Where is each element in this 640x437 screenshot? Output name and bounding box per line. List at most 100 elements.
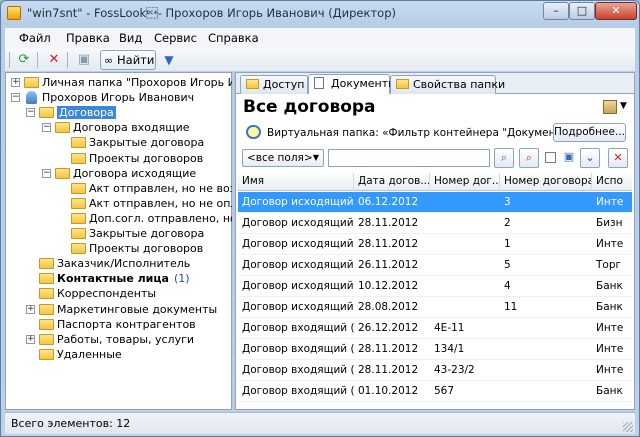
column-header-name[interactable]: Имя: [238, 173, 354, 191]
tree-item-label: Закрытые договора: [89, 227, 205, 240]
content-pane: Доступ Документы Свойства папки Все дого…: [235, 72, 635, 410]
tree-item[interactable]: Закрытые договора: [71, 135, 204, 150]
tree-item[interactable]: Договора входящие: [55, 120, 190, 135]
cell-contract-date: 10.12.2012: [358, 280, 419, 292]
menu-service[interactable]: Сервис: [154, 31, 197, 45]
table-row[interactable]: Договор исходящий (... 26.11.2012 5 Торг: [238, 255, 632, 276]
tab-folder-properties[interactable]: Свойства папки: [390, 75, 505, 94]
view-options-icon[interactable]: [603, 100, 617, 114]
maximize-button[interactable]: □: [569, 2, 595, 20]
clear-search-icon[interactable]: ⌕: [519, 148, 539, 168]
folder-icon: [396, 79, 409, 89]
tree-item[interactable]: Акт отправлен, но не возвр: [71, 181, 249, 196]
menu-view[interactable]: Вид: [119, 31, 142, 45]
table-row[interactable]: Договор входящий (... 28.11.2012 43-23/2 Ин…: [238, 360, 632, 381]
tree-item[interactable]: Проекты договоров: [71, 241, 203, 256]
tree-item-label: Договора: [57, 106, 116, 120]
expand-icon[interactable]: +: [26, 304, 35, 314]
table-row[interactable]: Договор входящий (... 28.11.2012 134/1 Инте: [238, 339, 632, 360]
tab-documents[interactable]: Документы: [308, 74, 397, 94]
tree-item[interactable]: Личная папка "Прохоров Игорь Ивано: [24, 75, 263, 90]
tree-item[interactable]: Договора: [39, 105, 116, 120]
field-select[interactable]: <все поля> ▼: [242, 149, 324, 167]
tree-item[interactable]: Контактные лица (1): [39, 271, 190, 286]
cell-contract-no-short: 43-23/2: [434, 364, 475, 376]
status-text: Всего элементов: 12: [11, 417, 131, 430]
delete-icon[interactable]: ✕: [45, 51, 63, 69]
column-header-executor[interactable]: Испо: [592, 173, 632, 191]
search-scope-icon[interactable]: ▣: [559, 148, 579, 168]
cell-contract-date: 28.08.2012: [358, 301, 419, 313]
tree-item-label: Удаленные: [57, 347, 122, 361]
table-row[interactable]: Договор исходящий (... 28.08.2012 11 Банк: [238, 297, 632, 318]
search-input[interactable]: [328, 149, 490, 167]
menu-help[interactable]: Справка: [208, 31, 259, 45]
table-row[interactable]: Договор исходящий (... 06.12.2012 3 Инте: [238, 192, 632, 213]
tree-item[interactable]: Удаленные: [39, 347, 122, 362]
tree-item[interactable]: Закрытые договора: [71, 226, 204, 241]
folder-icon: [39, 288, 54, 300]
column-header-contract-number[interactable]: Номер договора: [500, 173, 592, 191]
cell-executor: Торг: [596, 259, 622, 271]
resize-grip[interactable]: [623, 422, 633, 432]
collapse-icon[interactable]: −: [42, 168, 51, 178]
tree-item[interactable]: Прохоров Игорь Иванович: [24, 90, 194, 105]
find-button[interactable]: ∞ Найти: [100, 50, 156, 70]
close-button[interactable]: ✕: [595, 2, 637, 20]
cell-contract-date: 26.11.2012: [358, 259, 419, 271]
folder-icon: [71, 212, 86, 224]
cell-contract-number: [500, 318, 592, 339]
folder-icon: [24, 77, 39, 88]
collapse-icon[interactable]: −: [26, 108, 35, 118]
expand-icon[interactable]: +: [11, 78, 20, 87]
column-header-contract-date[interactable]: Дата догов...: [354, 173, 430, 191]
cell-executor: Банк: [596, 280, 623, 292]
tree-item-label: Проекты договоров: [89, 151, 204, 165]
tree-item[interactable]: Корреспонденты: [39, 286, 156, 301]
minimize-button[interactable]: –: [543, 2, 569, 20]
tree-item[interactable]: Акт отправлен, но не оплач: [71, 196, 251, 211]
chevron-down-icon[interactable]: ▼: [620, 101, 627, 111]
tree-item-label: Паспорта контрагентов: [57, 317, 196, 331]
expand-icon[interactable]: +: [26, 334, 35, 344]
collapse-icon[interactable]: −: [42, 123, 51, 133]
expand-down-icon[interactable]: ⌄: [580, 148, 600, 168]
search-icon[interactable]: ⌕: [494, 148, 514, 168]
tree-item[interactable]: Доп.согл. отправлено, но не: [71, 211, 254, 226]
search-option-checkbox[interactable]: [545, 152, 556, 163]
folder-icon: [39, 107, 54, 119]
table-row[interactable]: Договор исходящий (... 28.11.2012 2 Бизн: [238, 213, 632, 234]
status-bar: Всего элементов: 12: [5, 412, 635, 434]
collapse-icon[interactable]: −: [11, 93, 20, 103]
cell-executor: Бизн: [596, 217, 623, 229]
tree-item-label: Личная папка "Прохоров Игорь Ивано: [42, 76, 264, 89]
save-icon[interactable]: ▣: [75, 51, 93, 69]
toolbar: ⟳ ✕ ▣ ∞ Найти ▼: [5, 48, 635, 72]
title-bar[interactable]: "win7snt" - FossLook- Прохоров Игорь Ив…: [1, 1, 639, 25]
tree-item[interactable]: Договора исходящие: [55, 166, 196, 181]
tree-item[interactable]: Паспорта контрагентов: [39, 317, 196, 332]
cell-contract-date: 28.11.2012: [358, 364, 419, 376]
reset-icon[interactable]: ✕: [608, 148, 628, 168]
table-row[interactable]: Договор входящий (... 26.12.2012 4Е-11 Инте: [238, 318, 632, 339]
folder-icon: [71, 152, 86, 164]
tree-item[interactable]: Проекты договоров: [71, 151, 203, 166]
tree-item[interactable]: Работы, товары, услуги: [39, 332, 194, 347]
folder-icon: [55, 122, 70, 134]
menu-file[interactable]: Файл: [19, 31, 51, 45]
table-row[interactable]: Договор входящий (... 01.10.2012 567 Банк: [238, 381, 632, 402]
table-row[interactable]: Договор исходящий (... 10.12.2012 4 Банк: [238, 276, 632, 297]
table-row[interactable]: Договор исходящий (... 28.11.2012 1 Инте: [238, 234, 632, 255]
column-header-contract-no-short[interactable]: Номер дог...: [430, 173, 500, 191]
tree-item[interactable]: Заказчик/Исполнитель: [39, 256, 190, 271]
cell-contract-no-short: 4Е-11: [434, 322, 465, 334]
refresh-icon[interactable]: ⟳: [15, 51, 33, 69]
tree-item-label: Закрытые договора: [89, 136, 205, 150]
menu-edit[interactable]: Правка: [66, 31, 110, 45]
tab-access[interactable]: Доступ: [240, 75, 308, 94]
cell-contract-date: 28.11.2012: [358, 343, 419, 355]
filter-icon[interactable]: ▼: [160, 51, 178, 69]
tree-item[interactable]: Маркетинговые документы: [39, 302, 217, 317]
cell-contract-date: 26.12.2012: [358, 322, 419, 334]
more-button[interactable]: Подробнее...: [553, 123, 626, 142]
